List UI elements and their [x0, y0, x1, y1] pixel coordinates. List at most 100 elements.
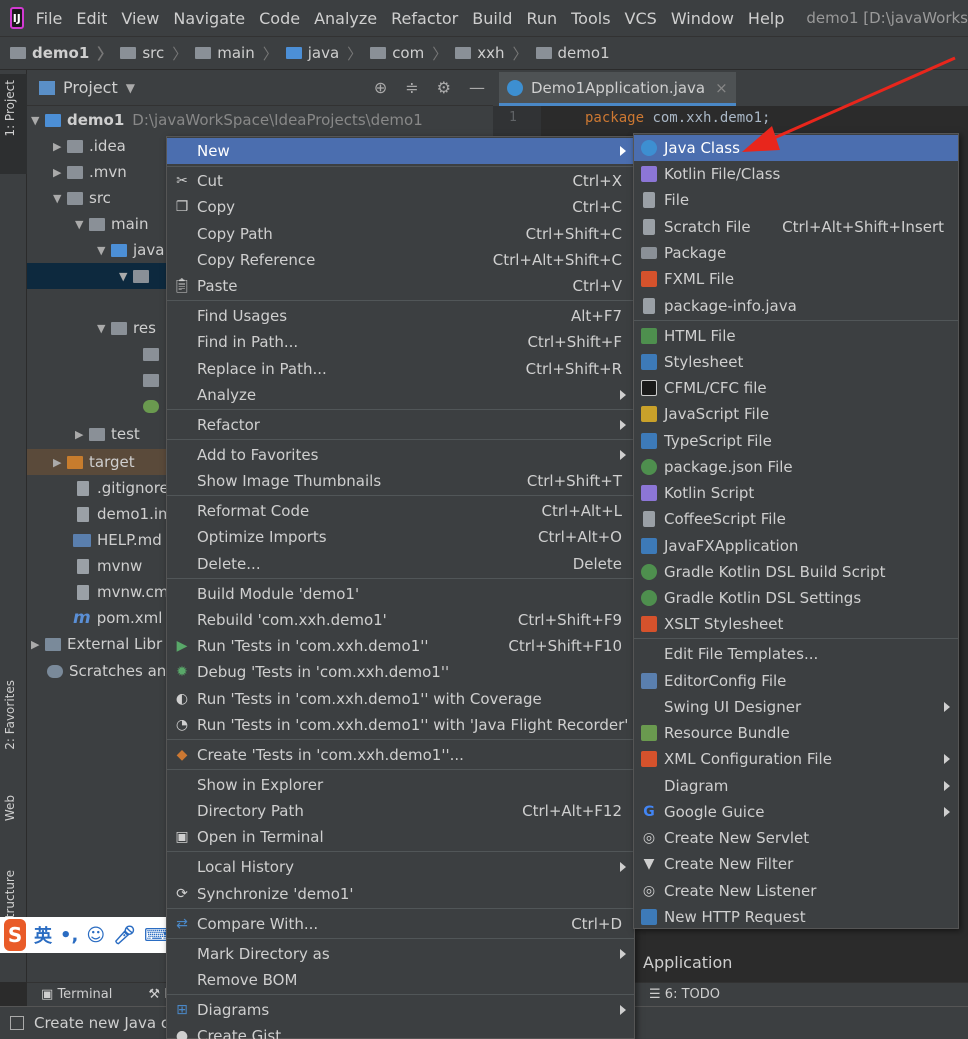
chevron-right-icon[interactable]: ▶	[53, 166, 67, 179]
menu-analyze[interactable]: Analyze	[314, 9, 377, 28]
chevron-down-icon[interactable]: ▼	[53, 192, 67, 205]
menu-item-open-in-terminal[interactable]: ▣ Open in Terminal	[167, 824, 634, 850]
menu-item-stylesheet[interactable]: Stylesheet	[634, 349, 958, 375]
menu-item-edit-templates[interactable]: Edit File Templates...	[634, 641, 958, 667]
menu-item-debug-tests[interactable]: ✹ Debug 'Tests in 'com.xxh.demo1''	[167, 659, 634, 685]
chevron-down-icon[interactable]: ▼	[31, 114, 45, 127]
menu-item-replace-in-path[interactable]: Replace in Path... Ctrl+Shift+R	[167, 356, 634, 382]
menu-vcs[interactable]: VCS	[625, 9, 657, 28]
menu-item-cut[interactable]: ✂ Cut Ctrl+X	[167, 168, 634, 194]
breadcrumb-com[interactable]: com 〉	[370, 43, 447, 64]
menu-item-google-guice[interactable]: G Google Guice	[634, 799, 958, 825]
menu-item-typescript[interactable]: TypeScript File	[634, 428, 958, 454]
tree-node-idea[interactable]: ▶ .idea	[53, 133, 126, 159]
breadcrumb-demo1-package[interactable]: demo1	[535, 44, 610, 62]
menu-item-servlet[interactable]: ◎ Create New Servlet	[634, 825, 958, 851]
close-icon[interactable]: ×	[715, 79, 728, 97]
tree-node-main[interactable]: ▼ main	[75, 211, 148, 237]
menu-item-run-coverage[interactable]: ◐ Run 'Tests in 'com.xxh.demo1'' with Cov…	[167, 686, 634, 712]
microphone-icon[interactable]: 🎤︎	[113, 925, 136, 946]
menu-item-compare-with[interactable]: ⇄ Compare With... Ctrl+D	[167, 911, 634, 937]
chevron-right-icon[interactable]: ▶	[75, 428, 89, 441]
menu-item-delete[interactable]: Delete... Delete	[167, 551, 634, 577]
breadcrumb-main[interactable]: main 〉	[195, 43, 278, 64]
tree-node-root[interactable]: ▼ demo1 D:\javaWorkSpace\IdeaProjects\de…	[31, 107, 423, 133]
menu-item-package-info[interactable]: package-info.java	[634, 293, 958, 319]
menu-run[interactable]: Run	[526, 9, 557, 28]
chevron-down-icon[interactable]: ▼	[75, 218, 89, 231]
tree-node-iml[interactable]: demo1.im	[77, 501, 173, 527]
breadcrumb-java[interactable]: java 〉	[285, 43, 362, 64]
menu-item-find-usages[interactable]: Find Usages Alt+F7	[167, 303, 634, 329]
menu-item-copy[interactable]: ❐ Copy Ctrl+C	[167, 194, 634, 220]
menu-file[interactable]: File	[36, 9, 63, 28]
ime-language-toggle[interactable]: 英	[34, 922, 52, 948]
gear-icon[interactable]: ⚙	[437, 78, 451, 97]
menu-item-paste[interactable]: 📋︎ Paste Ctrl+V	[167, 273, 634, 299]
menu-item-resource-bundle[interactable]: Resource Bundle	[634, 720, 958, 746]
breadcrumb-src[interactable]: src 〉	[120, 43, 187, 64]
project-panel-title[interactable]: Project	[63, 78, 118, 97]
menu-item-refactor[interactable]: Refactor	[167, 412, 634, 438]
run-configuration-label[interactable]: Application	[643, 953, 732, 972]
menu-item-scratch-file[interactable]: Scratch File Ctrl+Alt+Shift+Insert	[634, 214, 958, 240]
tree-node-scratches[interactable]: Scratches an	[47, 658, 166, 684]
tree-node-resources[interactable]: ▼ res	[97, 315, 156, 341]
chevron-down-icon[interactable]: ▼	[119, 270, 133, 283]
breadcrumb-demo1[interactable]: demo1 〉	[10, 43, 112, 64]
menu-item-http-request[interactable]: New HTTP Request	[634, 904, 958, 930]
menu-view[interactable]: View	[121, 9, 159, 28]
chevron-down-icon[interactable]: ▼	[97, 322, 111, 335]
punctuation-icon[interactable]: •,	[60, 925, 78, 946]
menu-window[interactable]: Window	[671, 9, 734, 28]
menu-item-diagram[interactable]: Diagram	[634, 773, 958, 799]
chevron-down-icon[interactable]: ▼	[126, 81, 135, 95]
menu-item-package[interactable]: Package	[634, 240, 958, 266]
menu-item-cfml[interactable]: CFML/CFC file	[634, 375, 958, 401]
menu-item-build-module[interactable]: Build Module 'demo1'	[167, 581, 634, 607]
chevron-down-icon[interactable]: ▼	[97, 244, 111, 257]
tree-node-resource-child-2[interactable]	[143, 367, 165, 393]
menu-item-fxml-file[interactable]: FXML File	[634, 266, 958, 292]
menu-item-html-file[interactable]: HTML File	[634, 323, 958, 349]
favorites-tool-tab[interactable]: 2: Favorites	[3, 680, 17, 750]
project-tool-tab[interactable]: 1: Project	[3, 80, 17, 137]
menu-item-new[interactable]: New	[167, 138, 634, 164]
menu-navigate[interactable]: Navigate	[173, 9, 245, 28]
menu-item-analyze[interactable]: Analyze	[167, 382, 634, 408]
menu-refactor[interactable]: Refactor	[391, 9, 458, 28]
web-tool-tab[interactable]: Web	[3, 795, 17, 821]
tree-node-properties[interactable]	[143, 393, 165, 419]
tree-node-mvnw-cmd[interactable]: mvnw.cm	[77, 579, 169, 605]
tree-node-help[interactable]: HELP.md	[73, 527, 162, 553]
menu-item-swing-ui[interactable]: Swing UI Designer	[634, 694, 958, 720]
menu-item-create-gist[interactable]: ● Create Gist...	[167, 1023, 634, 1039]
menu-item-javafx-app[interactable]: JavaFXApplication	[634, 533, 958, 559]
tree-node-mvn[interactable]: ▶ .mvn	[53, 159, 127, 185]
sogou-logo-icon[interactable]: S	[4, 919, 27, 951]
breadcrumb-xxh[interactable]: xxh 〉	[455, 43, 528, 64]
chevron-right-icon[interactable]: ▶	[31, 638, 45, 651]
emoji-icon[interactable]: ☺	[86, 925, 105, 946]
chevron-right-icon[interactable]: ▶	[53, 140, 67, 153]
menu-item-gradle-kotlin-build[interactable]: Gradle Kotlin DSL Build Script	[634, 559, 958, 585]
tree-node-external-libraries[interactable]: ▶ External Libr	[31, 631, 162, 657]
menu-item-kotlin-file[interactable]: Kotlin File/Class	[634, 161, 958, 187]
menu-item-filter[interactable]: ▼ Create New Filter	[634, 851, 958, 877]
editor-tab-demo1application[interactable]: Demo1Application.java ×	[499, 72, 736, 106]
menu-item-run-jfr[interactable]: ◔ Run 'Tests in 'com.xxh.demo1'' with 'Ja…	[167, 712, 634, 738]
menu-item-synchronize[interactable]: ⟳ Synchronize 'demo1'	[167, 881, 634, 907]
menu-item-diagrams[interactable]: ⊞ Diagrams	[167, 997, 634, 1023]
menu-edit[interactable]: Edit	[76, 9, 107, 28]
minimize-icon[interactable]: —	[469, 78, 485, 97]
menu-item-file[interactable]: File	[634, 187, 958, 213]
menu-item-editorconfig[interactable]: EditorConfig File	[634, 668, 958, 694]
todo-tool-tab[interactable]: ☰ 6: TODO	[649, 987, 720, 1002]
tree-node-test[interactable]: ▶ test	[75, 421, 140, 447]
menu-item-package-json[interactable]: package.json File	[634, 454, 958, 480]
menu-item-create-tests[interactable]: ◆ Create 'Tests in 'com.xxh.demo1''...	[167, 742, 634, 768]
menu-item-listener[interactable]: ◎ Create New Listener	[634, 878, 958, 904]
collapse-all-icon[interactable]: ≑	[405, 78, 418, 97]
menu-item-local-history[interactable]: Local History	[167, 854, 634, 880]
menu-item-javascript[interactable]: JavaScript File	[634, 401, 958, 427]
